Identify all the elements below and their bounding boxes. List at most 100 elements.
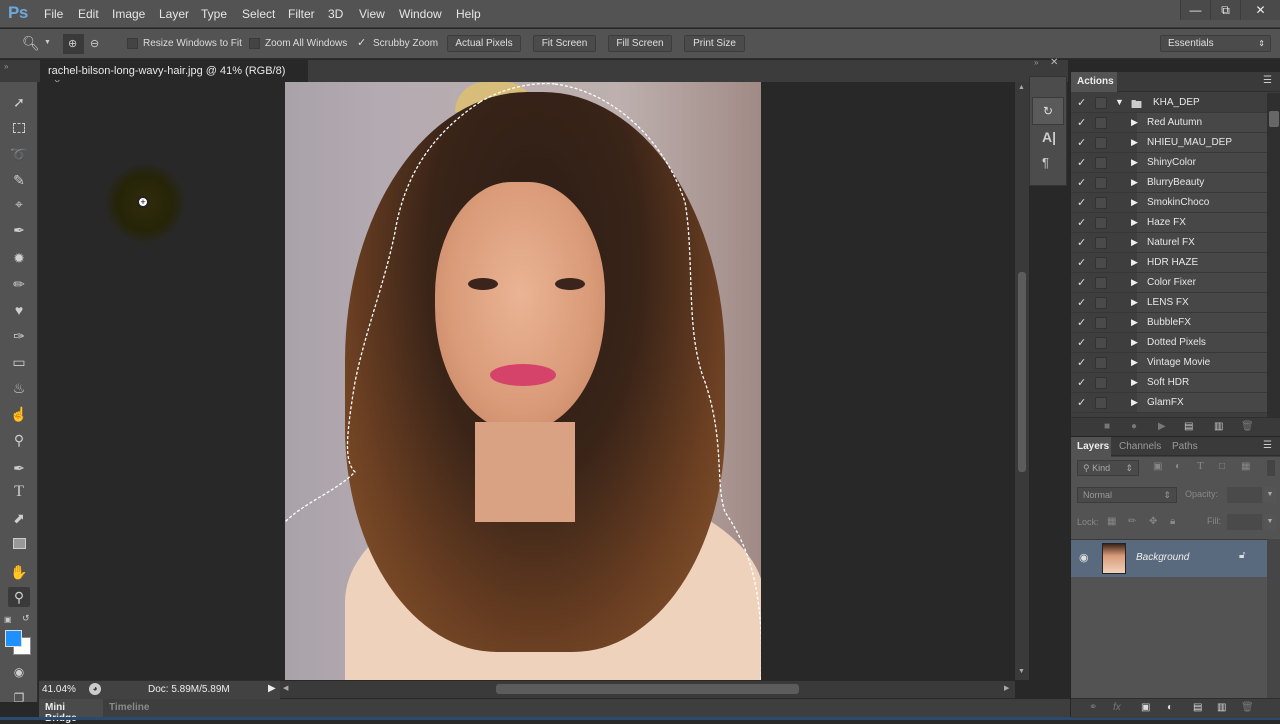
action-enabled-check-icon[interactable]: ✓	[1077, 216, 1086, 229]
scroll-right-arrow-icon[interactable]: ▶	[1004, 684, 1009, 692]
tab-mini-bridge[interactable]: Mini Bridge	[39, 699, 103, 724]
blur-tool-icon[interactable]: ☝	[8, 404, 30, 424]
scrubby-zoom-checkbox[interactable]: ✓	[357, 36, 368, 49]
action-item[interactable]: ✓ ▶ Naturel FX	[1071, 233, 1267, 253]
dialog-toggle-box[interactable]	[1095, 257, 1107, 269]
pen-tool-icon[interactable]: ✒	[8, 458, 30, 478]
play-icon[interactable]: ▶	[1158, 421, 1166, 432]
expand-panel-icon[interactable]: »	[1034, 58, 1038, 67]
action-item[interactable]: ✓ ▶ LENS FX	[1071, 293, 1267, 313]
record-icon[interactable]: ●	[1131, 421, 1137, 432]
foreground-color-swatch[interactable]	[5, 630, 22, 647]
default-colors-icon[interactable]: ▣	[4, 615, 12, 624]
tab-layers[interactable]: Layers	[1071, 437, 1111, 457]
scroll-up-arrow-icon[interactable]: ▲	[1018, 84, 1025, 91]
delete-action-icon[interactable]: 🗑︎	[1241, 421, 1254, 432]
collapsed-triangle-icon[interactable]: ▶	[1131, 297, 1138, 308]
action-item[interactable]: ✓ ▶ Color Fixer	[1071, 273, 1267, 293]
clone-stamp-tool-icon[interactable]: ♥	[8, 300, 30, 320]
action-enabled-check-icon[interactable]: ✓	[1077, 296, 1086, 309]
dialog-toggle-box[interactable]	[1095, 197, 1107, 209]
filter-kind-dropdown[interactable]: ⚲ Kind ⇕	[1077, 460, 1139, 476]
eraser-tool-icon[interactable]: ▭	[8, 352, 30, 372]
fill-input[interactable]	[1227, 514, 1262, 530]
stop-icon[interactable]: ■	[1104, 421, 1110, 432]
print-size-button[interactable]: Print Size	[684, 35, 745, 52]
dialog-toggle-box[interactable]	[1095, 217, 1107, 229]
layer-visibility-eye-icon[interactable]: ◉	[1079, 551, 1089, 564]
dialog-toggle-box[interactable]	[1095, 97, 1107, 109]
brush-tool-icon[interactable]: ✏	[8, 274, 30, 294]
collapsed-triangle-icon[interactable]: ▶	[1131, 117, 1138, 128]
collapsed-triangle-icon[interactable]: ▶	[1131, 277, 1138, 288]
actions-scrollbar[interactable]	[1267, 93, 1280, 417]
zoom-out-icon[interactable]: ⊖	[90, 37, 99, 50]
action-enabled-check-icon[interactable]: ✓	[1077, 136, 1086, 149]
layer-name[interactable]: Background	[1136, 552, 1189, 563]
menu-file[interactable]: File	[44, 7, 63, 21]
dialog-toggle-box[interactable]	[1095, 277, 1107, 289]
fill-slider-toggle[interactable]: ▼	[1264, 514, 1276, 530]
opacity-input[interactable]	[1227, 487, 1262, 503]
link-layers-icon[interactable]: ⚭	[1089, 702, 1097, 713]
action-enabled-check-icon[interactable]: ✓	[1077, 356, 1086, 369]
history-brush-tool-icon[interactable]: ✑	[8, 326, 30, 346]
action-set-row[interactable]: ✓ ▼ 🖿︎ KHA_DEP	[1071, 93, 1267, 113]
action-enabled-check-icon[interactable]: ✓	[1077, 276, 1086, 289]
collapsed-triangle-icon[interactable]: ▶	[1131, 377, 1138, 388]
horizontal-scroll-thumb[interactable]	[496, 684, 799, 694]
action-enabled-check-icon[interactable]: ✓	[1077, 96, 1086, 109]
action-item[interactable]: ✓ ▶ BlurryBeauty	[1071, 173, 1267, 193]
filter-pixel-icon[interactable]: ▣	[1153, 461, 1162, 472]
action-item[interactable]: ✓ ▶ Vintage Movie	[1071, 353, 1267, 373]
blend-mode-dropdown[interactable]: Normal ⇕	[1077, 487, 1177, 503]
restore-button[interactable]: ⧉	[1210, 0, 1240, 20]
dialog-toggle-box[interactable]	[1095, 297, 1107, 309]
new-action-icon[interactable]: ▥	[1214, 421, 1223, 432]
new-group-icon[interactable]: ▤	[1193, 702, 1202, 713]
lock-image-icon[interactable]: ✏	[1128, 516, 1136, 527]
crop-tool-icon[interactable]: ⌖	[8, 194, 30, 214]
collapsed-triangle-icon[interactable]: ▶	[1131, 397, 1138, 408]
filter-type-icon[interactable]: T	[1197, 460, 1204, 472]
collapsed-triangle-icon[interactable]: ▶	[1131, 177, 1138, 188]
action-enabled-check-icon[interactable]: ✓	[1077, 236, 1086, 249]
horizontal-scrollbar[interactable]: ◀ ▶	[280, 681, 1015, 698]
action-item[interactable]: ✓ ▶ BubbleFX	[1071, 313, 1267, 333]
action-item[interactable]: ✓ ▶ NHIEU_MAU_DEP	[1071, 133, 1267, 153]
delete-layer-icon[interactable]: 🗑︎	[1241, 702, 1254, 713]
action-item[interactable]: ✓ ▶ GlamFX	[1071, 393, 1267, 413]
screen-mode-icon[interactable]: ❐	[8, 688, 30, 708]
menu-view[interactable]: View	[359, 7, 385, 21]
scroll-down-arrow-icon[interactable]: ▼	[1018, 668, 1025, 675]
workspace-dropdown[interactable]: Essentials ⇕	[1160, 35, 1271, 52]
zoom-in-mode-button[interactable]: ⊕	[63, 34, 84, 54]
zoom-tool-icon[interactable]: ⚲	[8, 587, 30, 607]
menu-edit[interactable]: Edit	[78, 7, 99, 21]
opacity-slider-toggle[interactable]: ▼	[1264, 487, 1276, 503]
actions-panel-menu-icon[interactable]: ☰	[1263, 75, 1272, 86]
lock-position-icon[interactable]: ✥	[1149, 516, 1157, 527]
action-item[interactable]: ✓ ▶ HDR HAZE	[1071, 253, 1267, 273]
action-item[interactable]: ✓ ▶ Soft HDR	[1071, 373, 1267, 393]
action-enabled-check-icon[interactable]: ✓	[1077, 256, 1086, 269]
menu-help[interactable]: Help	[456, 7, 481, 21]
action-enabled-check-icon[interactable]: ✓	[1077, 316, 1086, 329]
filter-shape-icon[interactable]: □	[1219, 461, 1225, 472]
menu-select[interactable]: Select	[242, 7, 275, 21]
preset-dropdown-arrow-icon[interactable]: ▼	[44, 39, 51, 46]
collapsed-triangle-icon[interactable]: ▶	[1131, 197, 1138, 208]
dialog-toggle-box[interactable]	[1095, 357, 1107, 369]
action-item[interactable]: ✓ ▶ SmokinChoco	[1071, 193, 1267, 213]
tab-channels[interactable]: Channels	[1113, 437, 1167, 457]
collapsed-triangle-icon[interactable]: ▶	[1131, 357, 1138, 368]
status-info-icon[interactable]: ◕	[89, 683, 101, 695]
menu-image[interactable]: Image	[112, 7, 145, 21]
menu-3d[interactable]: 3D	[328, 7, 343, 21]
dialog-toggle-box[interactable]	[1095, 397, 1107, 409]
hand-tool-icon[interactable]: ✋	[8, 562, 30, 582]
eyedropper-tool-icon[interactable]: ✒	[8, 220, 30, 240]
paint-bucket-tool-icon[interactable]: ♨	[8, 378, 30, 398]
menu-filter[interactable]: Filter	[288, 7, 315, 21]
lasso-tool-icon[interactable]: ➰	[8, 144, 30, 164]
